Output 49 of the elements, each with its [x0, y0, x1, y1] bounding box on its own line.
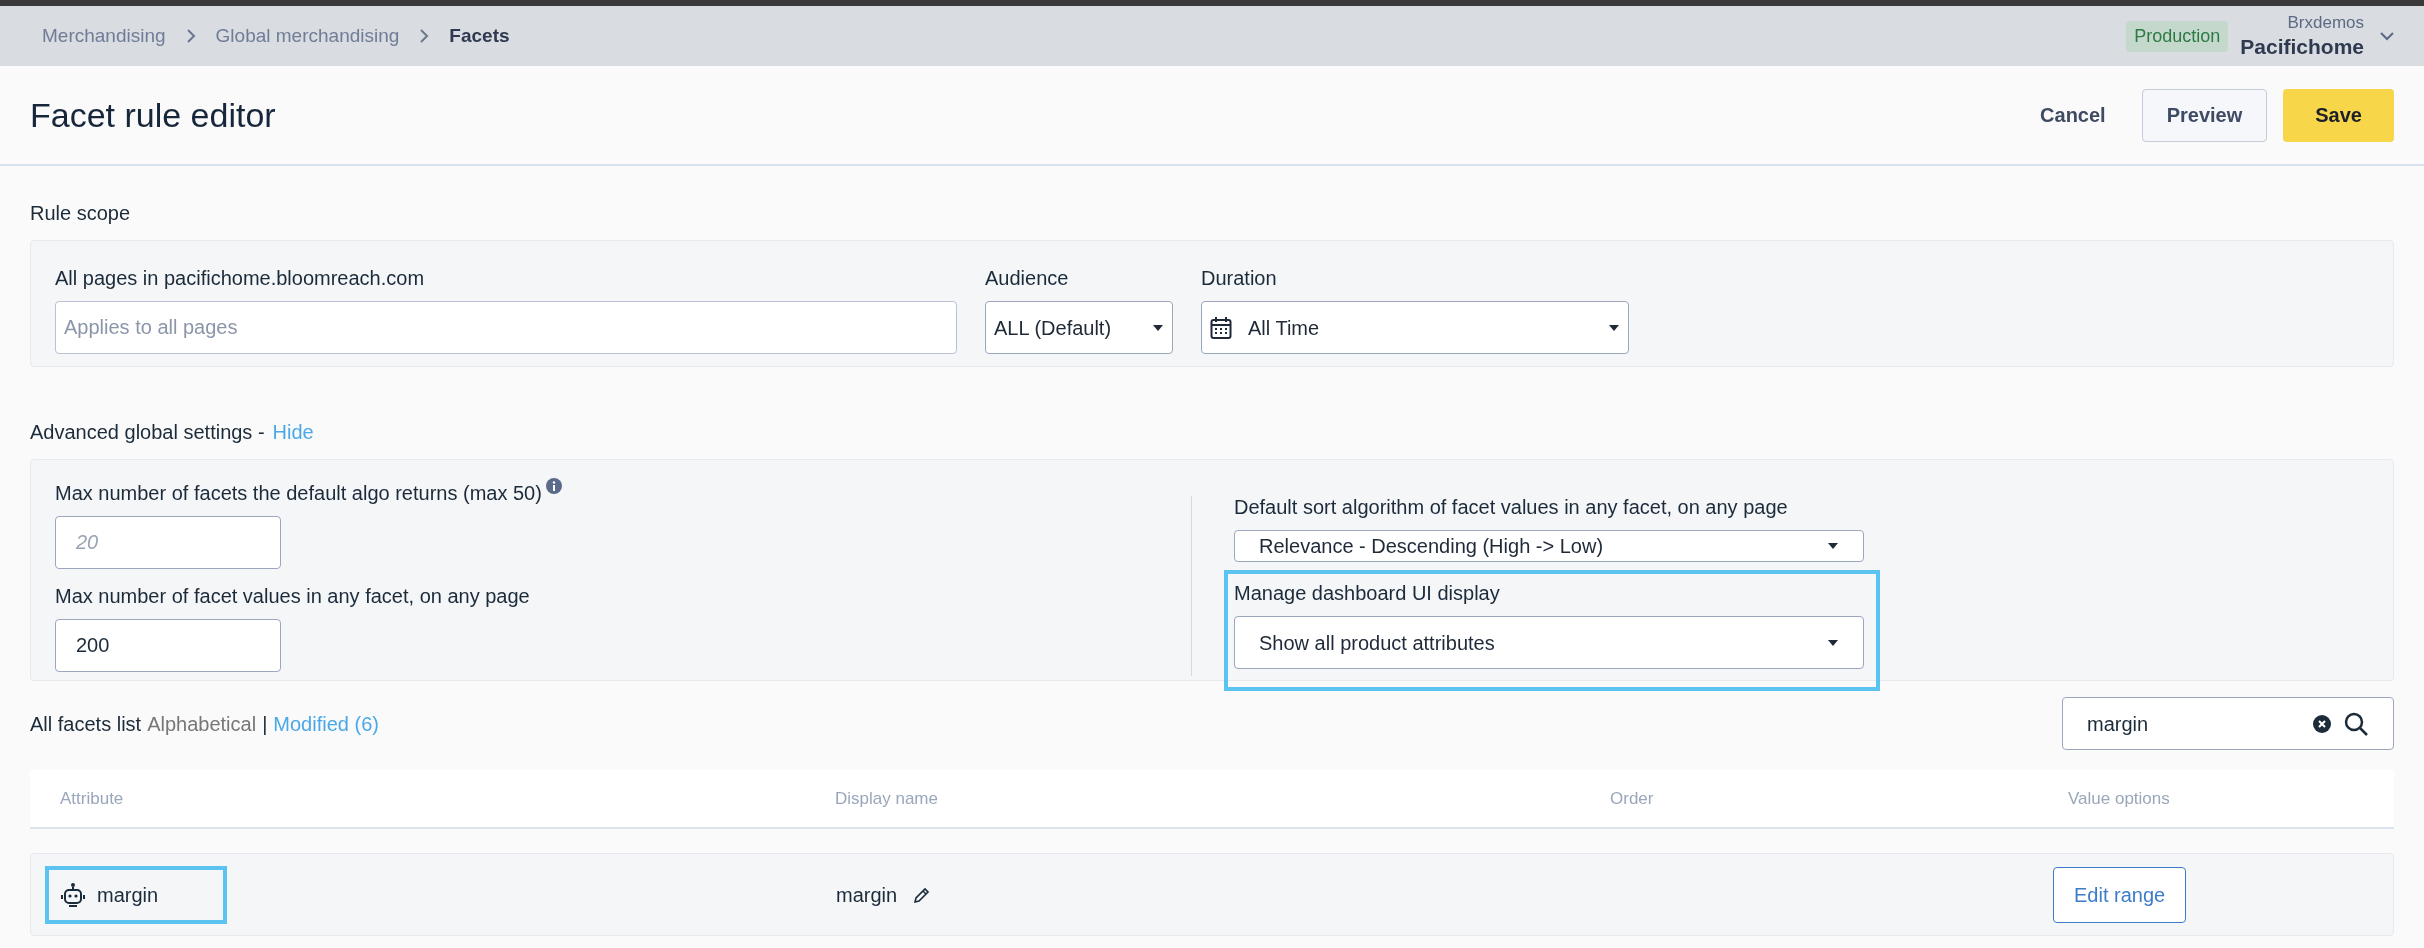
dropdown-caret-icon: [1608, 323, 1620, 332]
field-label: Audience: [985, 266, 1070, 291]
calendar-icon: [1210, 315, 1232, 340]
field-label: All pages in pacifichome.bloomreach.com: [55, 266, 426, 291]
section-title: All facets list: [30, 711, 142, 737]
sort-select[interactable]: Relevance - Descending (High -> Low): [1234, 530, 1864, 562]
pencil-icon[interactable]: [913, 885, 932, 904]
robot-icon: [61, 881, 85, 908]
header-button[interactable]: Preview: [2141, 88, 2268, 142]
dropdown-caret-icon: [1152, 323, 1164, 332]
field-label: Max number of facets the default algo returns (max 50): [55, 481, 542, 506]
org-name: Brxdemos: [2287, 12, 2364, 34]
chevron-right-icon: [185, 29, 196, 43]
separator: |: [262, 711, 268, 737]
attribute-name: margin: [97, 882, 159, 908]
account-switcher[interactable]: Brxdemos Pacifichome: [2240, 12, 2394, 60]
search-field[interactable]: margin: [2062, 697, 2394, 750]
search-icon[interactable]: [2343, 710, 2369, 737]
dropdown-caret-icon: [1827, 638, 1839, 647]
edit-range-button[interactable]: Edit range: [2053, 866, 2187, 923]
field-label: Max number of facet values in any facet, on any page: [55, 584, 531, 609]
display-name: margin: [836, 882, 898, 908]
field-label: Default sort algorithm of facet values in any facet, on any page: [1234, 495, 1789, 520]
header-button[interactable]: Save: [2283, 88, 2394, 142]
environment-badge: Production: [2126, 20, 2229, 52]
max-facets-input-field[interactable]: 20: [55, 516, 281, 569]
clear-icon[interactable]: [2313, 714, 2331, 733]
info-icon: [545, 478, 562, 494]
sort-option-link[interactable]: Alphabetical: [147, 708, 257, 739]
column-header: Display name: [835, 787, 939, 810]
field-label: Manage dashboard UI display: [1234, 581, 1501, 606]
site-name: Pacifichome: [2240, 33, 2364, 60]
dropdown-caret-icon: [1827, 542, 1839, 550]
audience-select[interactable]: ALL (Default): [985, 301, 1173, 354]
max-values-input-field[interactable]: 200: [55, 619, 281, 672]
field-label: Duration: [1201, 266, 1278, 291]
section-title: Rule scope: [30, 201, 132, 226]
duration-select[interactable]: All Time: [1201, 301, 1629, 354]
chevron-down-icon: [2380, 31, 2394, 41]
chevron-right-icon: [419, 29, 430, 43]
page-title: Facet rule editor: [30, 94, 277, 136]
pages-input-field[interactable]: Applies to all pages: [55, 301, 957, 354]
breadcrumb-link[interactable]: Facets: [449, 21, 510, 51]
section-title: Advanced global settings -: [30, 420, 265, 445]
header-button[interactable]: Cancel: [2020, 88, 2126, 142]
display-select[interactable]: Show all product attributes: [1234, 616, 1864, 669]
column-header: Attribute: [60, 787, 125, 810]
column-header: Order: [1610, 787, 1655, 810]
column-header: Value options: [2068, 787, 2171, 810]
